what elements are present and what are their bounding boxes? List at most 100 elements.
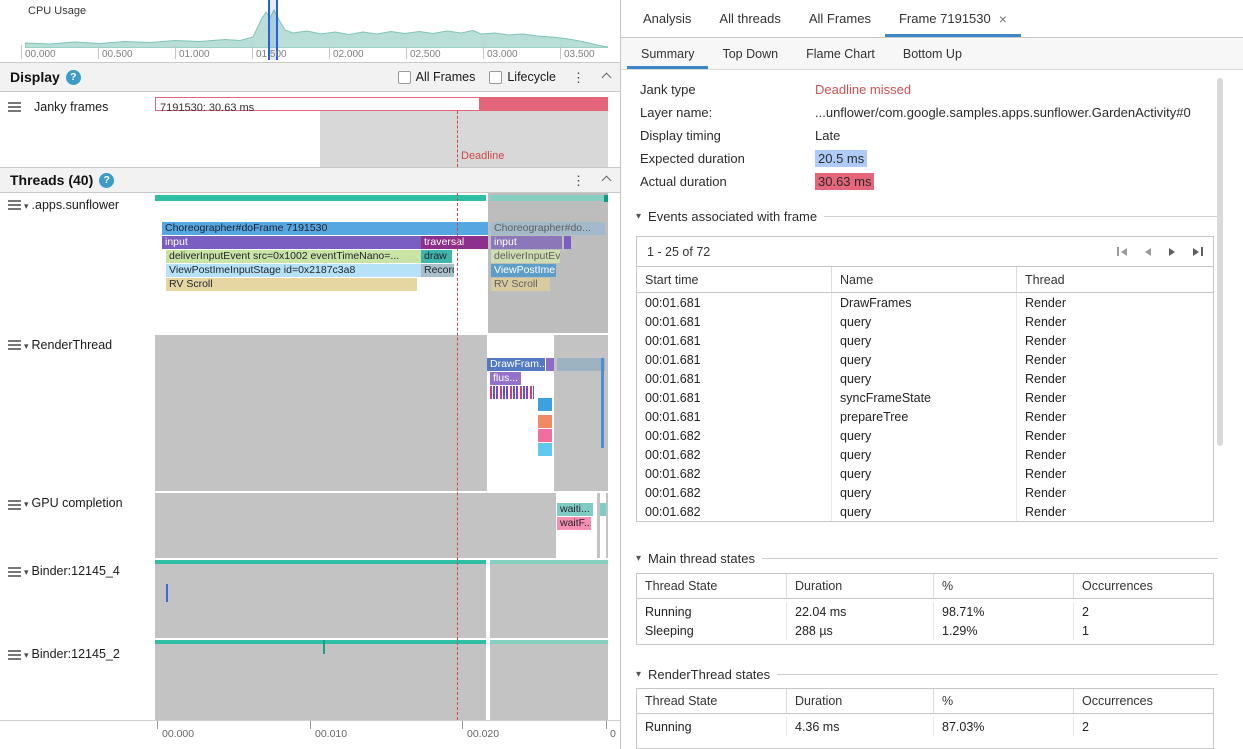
table-row[interactable]: Sleeping288 µs1.29%1 (637, 621, 1213, 640)
prev-page-button[interactable] (1145, 248, 1151, 256)
last-page-button[interactable] (1193, 247, 1203, 256)
collapse-arrow-icon[interactable]: ▾ (636, 211, 641, 222)
drag-handle-icon[interactable] (8, 200, 21, 210)
column-header-occurrences[interactable]: Occurrences (1074, 689, 1213, 713)
trace-event-choreographer-dim[interactable]: Choreographer#do... (491, 222, 605, 235)
thread-label-renderthread[interactable]: ▾RenderThread (24, 338, 112, 352)
table-row[interactable]: 00:01.681queryRender (637, 369, 1213, 388)
collapse-arrow-icon[interactable]: ▾ (636, 669, 641, 680)
trace-event-block[interactable] (538, 429, 552, 442)
table-row[interactable]: Running22.04 ms98.71%2 (637, 602, 1213, 621)
trace-event-thread-activity-dim[interactable] (490, 640, 608, 644)
column-header-thread[interactable]: Thread (1017, 267, 1213, 292)
column-header-percent[interactable]: % (934, 689, 1074, 713)
frame-bar-overrun[interactable] (480, 97, 608, 111)
thread-label-binder-12145-2[interactable]: ▾Binder:12145_2 (24, 647, 120, 661)
more-options-icon[interactable]: ⋮ (572, 174, 585, 187)
trace-event-viewpost[interactable]: ViewPostImeInputStage id=0x2187c3a8 (166, 264, 421, 277)
trace-event-rv-scroll-dim[interactable]: RV Scroll (491, 278, 550, 291)
trace-event-draw[interactable]: draw (421, 250, 452, 263)
column-header-percent[interactable]: % (934, 574, 1074, 598)
collapse-section-icon[interactable] (603, 171, 610, 189)
tab-frame-7191530[interactable]: Frame 7191530× (885, 0, 1021, 37)
renderthread-states-section-header[interactable]: ▾ RenderThread states (636, 667, 1218, 682)
trace-event-traversal[interactable]: traversal (421, 236, 488, 249)
table-row[interactable]: Running4.36 ms87.03%2 (637, 717, 1213, 736)
table-row[interactable]: 00:01.681queryRender (637, 350, 1213, 369)
table-row[interactable]: 00:01.681queryRender (637, 312, 1213, 331)
trace-event-rv-scroll[interactable]: RV Scroll (166, 278, 417, 291)
column-header-thread-state[interactable]: Thread State (637, 689, 787, 713)
table-row[interactable]: 00:01.682queryRender (637, 426, 1213, 445)
next-page-button[interactable] (1169, 248, 1175, 256)
tab-all-threads[interactable]: All threads (705, 0, 794, 37)
close-tab-icon[interactable]: × (999, 11, 1007, 27)
drag-handle-icon[interactable] (8, 650, 21, 660)
trace-event-waiting[interactable]: waiti... (557, 503, 593, 516)
trace-event-tick[interactable] (323, 640, 325, 654)
collapse-section-icon[interactable] (603, 68, 610, 86)
table-row[interactable]: 00:01.682queryRender (637, 445, 1213, 464)
trace-event-thread-activity[interactable] (155, 640, 486, 644)
expand-arrow-icon[interactable]: ▾ (24, 341, 29, 351)
trace-event-flush[interactable]: flus... (490, 372, 521, 385)
table-row[interactable]: 00:01.681prepareTreeRender (637, 407, 1213, 426)
trace-event-record[interactable]: Record ... (421, 264, 454, 277)
thread-label-binder-12145-4[interactable]: ▾Binder:12145_4 (24, 564, 120, 578)
thread-label-apps-sunflower[interactable]: ▾.apps.sunflower (24, 198, 119, 212)
trace-event-dim-bar[interactable] (557, 358, 605, 371)
trace-event-thread-activity[interactable] (155, 560, 486, 564)
trace-event-block[interactable] (538, 398, 552, 411)
column-header-duration[interactable]: Duration (787, 689, 934, 713)
help-icon[interactable]: ? (99, 173, 114, 188)
column-header-name[interactable]: Name (832, 267, 1017, 292)
trace-event-tick[interactable] (166, 584, 168, 602)
trace-event-thread-activity-dim[interactable] (490, 195, 604, 201)
collapse-arrow-icon[interactable]: ▾ (636, 553, 641, 564)
janky-frames-label[interactable]: Janky frames (34, 100, 108, 114)
column-header-duration[interactable]: Duration (787, 574, 934, 598)
drag-handle-icon[interactable] (8, 102, 21, 112)
drag-handle-icon[interactable] (8, 500, 21, 510)
drag-handle-icon[interactable] (8, 340, 21, 350)
table-row[interactable]: 00:01.681DrawFramesRender (637, 293, 1213, 312)
trace-event-waitfence[interactable]: waitF... (557, 517, 591, 530)
trace-event-thread-activity[interactable] (155, 195, 486, 201)
frame-bar-expected[interactable]: 7191530: 30.63 ms (155, 97, 480, 111)
help-icon[interactable]: ? (66, 70, 81, 85)
expand-arrow-icon[interactable]: ▾ (24, 201, 29, 211)
trace-event-viewpost-dim[interactable]: ViewPostImeInp... (491, 264, 556, 277)
column-header-occurrences[interactable]: Occurrences (1074, 574, 1213, 598)
tab-analysis[interactable]: Analysis (629, 0, 705, 37)
table-row[interactable]: 00:01.682queryRender (637, 464, 1213, 483)
table-row[interactable]: 00:01.682queryRender (637, 483, 1213, 502)
tab-all-frames[interactable]: All Frames (795, 0, 885, 37)
trace-event-deliver-input-dim[interactable]: deliverInputEven... (491, 250, 560, 263)
table-row[interactable]: 00:01.681queryRender (637, 331, 1213, 350)
first-page-button[interactable] (1117, 247, 1127, 256)
expand-arrow-icon[interactable]: ▾ (24, 499, 29, 509)
panel-scrollbar[interactable] (1217, 78, 1223, 446)
trace-event-drawframes[interactable]: DrawFram... (487, 358, 545, 371)
tab-top-down[interactable]: Top Down (708, 38, 792, 69)
table-row[interactable]: 00:01.681syncFrameStateRender (637, 388, 1213, 407)
tab-bottom-up[interactable]: Bottom Up (889, 38, 976, 69)
expand-arrow-icon[interactable]: ▾ (24, 567, 29, 577)
events-section-header[interactable]: ▾ Events associated with frame (636, 209, 1218, 224)
trace-event-input-dim[interactable]: input (491, 236, 562, 249)
trace-event-input[interactable]: input (162, 236, 421, 249)
tab-flame-chart[interactable]: Flame Chart (792, 38, 889, 69)
trace-event-block[interactable] (538, 443, 552, 456)
thread-label-gpu-completion[interactable]: ▾GPU completion (24, 496, 123, 510)
table-row[interactable]: 00:01.682queryRender (637, 502, 1213, 521)
lifecycle-checkbox[interactable] (489, 71, 502, 84)
main-thread-states-section-header[interactable]: ▾ Main thread states (636, 551, 1218, 566)
trace-event-choreographer[interactable]: Choreographer#doFrame 7191530 (162, 222, 488, 235)
column-header-start-time[interactable]: Start time (637, 267, 832, 292)
drag-handle-icon[interactable] (8, 567, 21, 577)
column-header-thread-state[interactable]: Thread State (637, 574, 787, 598)
expand-arrow-icon[interactable]: ▾ (24, 650, 29, 660)
more-options-icon[interactable]: ⋮ (572, 71, 585, 84)
trace-event-deliver-input[interactable]: deliverInputEvent src=0x1002 eventTimeNa… (166, 250, 421, 263)
all-frames-checkbox[interactable] (398, 71, 411, 84)
